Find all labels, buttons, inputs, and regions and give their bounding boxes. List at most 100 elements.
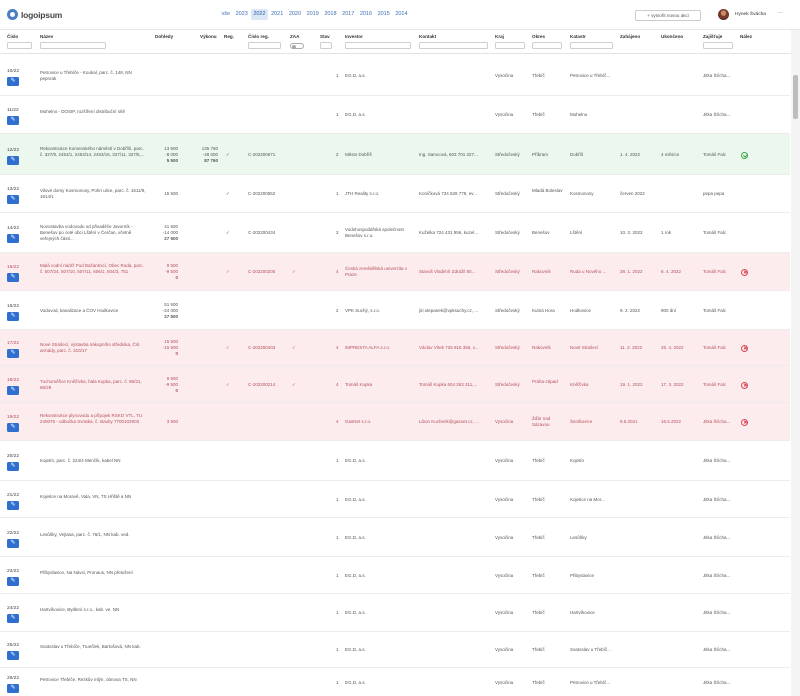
edit-icon[interactable]: ✎ <box>7 684 19 693</box>
table-row[interactable]: 24/22 ✎ Hartvíkovice, Bydlení s.r.o., kab.… <box>0 594 790 632</box>
table-row[interactable]: 10/22 ✎ Petrovice u Třebíče - Koukal, parc… <box>0 55 790 96</box>
column-header-vykonu[interactable]: Výkonu <box>200 34 217 39</box>
year-tab-2022[interactable]: 2022 <box>250 9 269 20</box>
filter-kontakt[interactable] <box>419 42 488 49</box>
scrollbar-thumb[interactable] <box>793 75 798 119</box>
column-header-kraj[interactable]: Kraj <box>495 34 504 39</box>
table-row[interactable]: 14/22 ✎ Novostavba vodovodu od přivaděče J… <box>0 213 790 253</box>
filter-cislo-reg[interactable] <box>248 42 281 49</box>
year-tab-2015[interactable]: 2015 <box>375 9 392 20</box>
table-row[interactable]: 26/22 ✎ Petrovice Třebíče, Rezkův mlýn, ob… <box>0 668 790 696</box>
column-header-cislo[interactable]: Číslo <box>7 34 18 39</box>
edit-icon[interactable]: ✎ <box>7 651 19 660</box>
filter-zajistuje[interactable] <box>703 42 733 49</box>
column-header-zaa[interactable]: ZAA <box>290 34 299 39</box>
filter-kraj[interactable] <box>495 42 525 49</box>
edit-icon[interactable]: ✎ <box>7 77 19 86</box>
column-header-nalez[interactable]: Nález <box>740 34 752 39</box>
table-row[interactable]: 20/22 ✎ Kojetín, parc. č. 224/4 Menčík, ka… <box>0 441 790 481</box>
year-tab-2016[interactable]: 2016 <box>357 9 374 20</box>
row-district: Žďár nad Sázavou <box>532 415 551 427</box>
edit-icon[interactable]: ✎ <box>7 234 19 243</box>
column-header-zahajeno[interactable]: Zahájeno <box>620 34 640 39</box>
row-ended: 900 dní <box>661 308 677 313</box>
row-assignee: Jitka Šťicha... <box>703 680 731 685</box>
edit-icon[interactable]: ✎ <box>7 349 19 358</box>
finding-ok-icon <box>741 151 748 159</box>
edit-icon[interactable]: ✎ <box>7 312 19 321</box>
avatar[interactable] <box>718 9 729 20</box>
row-district: Rakovník <box>532 268 551 274</box>
zaa-toggle[interactable] <box>290 43 304 49</box>
year-tab-2021[interactable]: 2021 <box>269 9 286 20</box>
table-row[interactable]: 19/22 ✎ Rekonstrukce plynovodu a přípojek … <box>0 403 790 441</box>
table-row[interactable]: 16/22 ✎ Vodovod, kanalizace a ČOV Hodkovic… <box>0 291 790 330</box>
row-region: Vysočina <box>495 610 514 615</box>
filter-katastr[interactable] <box>570 42 613 49</box>
edit-icon[interactable]: ✎ <box>7 539 19 548</box>
row-reg-number: C-202200403 <box>248 345 276 350</box>
edit-icon[interactable]: ✎ <box>7 273 19 282</box>
table-row[interactable]: 17/22 ✎ Nové Strašecí, výstavba nákupního … <box>0 330 790 366</box>
create-action-button[interactable]: + vytvořit novou akci <box>635 10 701 21</box>
column-header-dohledy[interactable]: Dohledy <box>155 34 173 39</box>
table-row[interactable]: 12/22 ✎ Rekonstrukce Komenského náměstí v … <box>0 134 790 175</box>
column-header-ukonceno[interactable]: Ukončeno <box>661 34 683 39</box>
table-row[interactable]: 25/22 ✎ Svatoslav u Třebíče, Truečlek, Bar… <box>0 632 790 668</box>
year-tab-2019[interactable]: 2019 <box>304 9 321 20</box>
filter-stav[interactable] <box>320 42 332 49</box>
row-reg-number: C-202200205 <box>248 269 276 274</box>
column-header-katastr[interactable]: Katastr <box>570 34 586 39</box>
column-header-reg[interactable]: Reg. <box>224 34 234 39</box>
year-tab-2023[interactable]: 2023 <box>233 9 250 20</box>
table-row[interactable]: 23/22 ✎ Přibyslavice, Na Návsi, Pronaus, N… <box>0 557 790 594</box>
edit-icon[interactable]: ✎ <box>7 614 19 623</box>
table-row[interactable]: 21/22 ✎ Kojetice na Moravě, Vala, VN, TS H… <box>0 481 790 518</box>
table-row[interactable]: 11/22 ✎ Mohelno - DOSIP, rozšíření distrib… <box>0 96 790 134</box>
user-name[interactable]: Hynek Švácha <box>735 12 766 17</box>
row-cadastre: Hodkovice <box>570 308 592 313</box>
column-header-zajistuje[interactable]: Zajišťuje <box>703 34 722 39</box>
row-number: 22/22 <box>7 531 20 536</box>
edit-icon[interactable]: ✎ <box>7 577 19 586</box>
row-investor: IMPRESTA ALFA s.r.o. <box>345 344 391 350</box>
edit-icon[interactable]: ✎ <box>7 195 19 204</box>
row-district: Mladá Boleslav <box>532 187 563 193</box>
row-number: 20/22 <box>7 454 20 459</box>
row-region: Vysočina <box>495 680 514 685</box>
filter-okres[interactable] <box>532 42 562 49</box>
column-header-investor[interactable]: Investor <box>345 34 363 39</box>
filter-investor[interactable] <box>345 42 411 49</box>
table-row[interactable]: 15/22 ✎ Malá vodní nádrž Pod Bažantnicí, O… <box>0 253 790 291</box>
year-tab-2014[interactable]: 2014 <box>393 9 410 20</box>
table-row[interactable]: 22/22 ✎ Lesůňky, Vejtasa, parc. č. 76/1, N… <box>0 518 790 557</box>
column-header-cislo-reg[interactable]: Číslo reg. <box>248 34 269 39</box>
vykonu-value: 87 760 <box>204 158 218 164</box>
year-tab-2017[interactable]: 2017 <box>340 9 357 20</box>
row-investor: EG.D, a.s. <box>345 609 366 615</box>
column-header-nazev[interactable]: Název <box>40 34 53 39</box>
edit-icon[interactable]: ✎ <box>7 156 19 165</box>
column-header-kontakt[interactable]: Kontakt <box>419 34 436 39</box>
row-status: 4 <box>336 419 339 424</box>
filter-cislo[interactable] <box>7 42 32 49</box>
logo[interactable]: logoipsum <box>7 9 62 20</box>
table-row[interactable]: 18/22 ✎ Tuchoměřice Kněžívka, hala Kupka, … <box>0 366 790 403</box>
year-tab-2020[interactable]: 2020 <box>286 9 303 20</box>
table-row[interactable]: 13/22 ✎ Vilové domy Kosmonosy, Pohri ulice… <box>0 175 790 213</box>
edit-icon[interactable]: ✎ <box>7 423 19 432</box>
year-tab-all[interactable]: vše <box>219 9 233 20</box>
edit-icon[interactable]: ✎ <box>7 116 19 125</box>
row-cadastre: Lštění <box>570 230 583 235</box>
edit-icon[interactable]: ✎ <box>7 501 19 510</box>
scrollbar[interactable] <box>791 30 800 696</box>
more-menu-icon[interactable]: ··· <box>778 10 783 16</box>
row-name: Kojetín, parc. č. 224/4 Menčík, kabel NN <box>40 457 121 463</box>
filter-nazev[interactable] <box>40 42 106 49</box>
column-header-okres[interactable]: Okres <box>532 34 545 39</box>
edit-icon[interactable]: ✎ <box>7 386 19 395</box>
edit-icon[interactable]: ✎ <box>7 462 19 471</box>
column-header-stav[interactable]: Stav <box>320 34 330 39</box>
row-contact: Libon Kucherik@gasnet.cz, ... <box>419 419 479 424</box>
year-tab-2018[interactable]: 2018 <box>322 9 339 20</box>
